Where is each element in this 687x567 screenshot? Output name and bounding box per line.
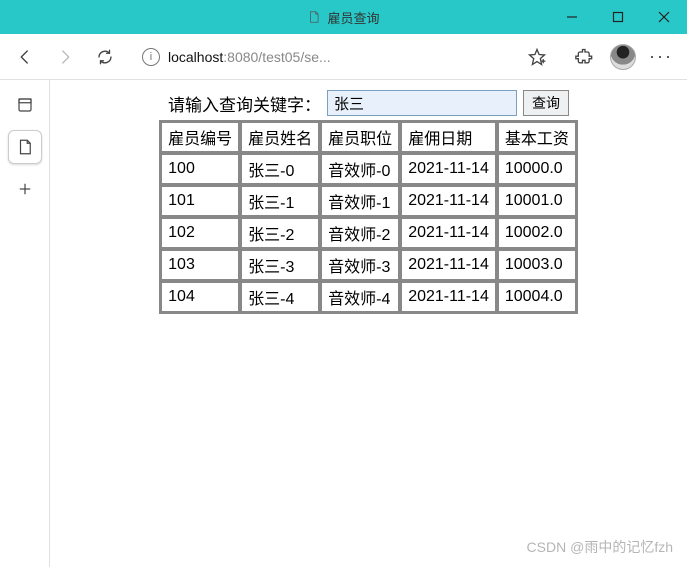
search-button[interactable]: 查询: [523, 90, 569, 116]
window-title: 雇员查询: [327, 8, 379, 27]
window-titlebar: 雇员查询: [0, 0, 687, 34]
table-cell: 张三-4: [241, 282, 319, 312]
page-content: 请输入查询关键字： 查询 雇员编号雇员姓名雇员职位雇佣日期基本工资 100张三-…: [50, 80, 687, 567]
browser-toolbar: i localhost:8080/test05/se... ···: [0, 34, 687, 80]
table-cell: 音效师-2: [321, 218, 399, 248]
table-cell: 音效师-0: [321, 154, 399, 184]
table-row: 102张三-2音效师-22021-11-1410002.0: [161, 218, 576, 248]
favorite-button[interactable]: [519, 39, 555, 75]
window-minimize-button[interactable]: [549, 0, 595, 34]
table-cell: 2021-11-14: [401, 218, 496, 248]
col-header: 雇员编号: [161, 122, 239, 152]
table-cell: 音效师-1: [321, 186, 399, 216]
table-cell: 102: [161, 218, 239, 248]
col-header: 雇员职位: [321, 122, 399, 152]
col-header: 基本工资: [498, 122, 576, 152]
table-cell: 10000.0: [498, 154, 576, 184]
more-button[interactable]: ···: [643, 46, 679, 67]
sidebar-add-button[interactable]: [8, 172, 42, 206]
forward-button[interactable]: [46, 39, 84, 75]
table-cell: 10004.0: [498, 282, 576, 312]
table-cell: 张三-1: [241, 186, 319, 216]
col-header: 雇佣日期: [401, 122, 496, 152]
table-cell: 100: [161, 154, 239, 184]
table-row: 104张三-4音效师-42021-11-1410004.0: [161, 282, 576, 312]
col-header: 雇员姓名: [241, 122, 319, 152]
table-cell: 2021-11-14: [401, 250, 496, 280]
table-cell: 音效师-4: [321, 282, 399, 312]
table-cell: 2021-11-14: [401, 154, 496, 184]
browser-sidebar: [0, 80, 50, 567]
table-cell: 2021-11-14: [401, 282, 496, 312]
search-label: 请输入查询关键字：: [168, 91, 321, 116]
window-close-button[interactable]: [641, 0, 687, 34]
results-table: 雇员编号雇员姓名雇员职位雇佣日期基本工资 100张三-0音效师-02021-11…: [159, 120, 578, 314]
table-cell: 101: [161, 186, 239, 216]
table-cell: 10003.0: [498, 250, 576, 280]
table-cell: 10002.0: [498, 218, 576, 248]
extensions-button[interactable]: [567, 39, 603, 75]
table-cell: 张三-0: [241, 154, 319, 184]
table-cell: 2021-11-14: [401, 186, 496, 216]
keyword-input[interactable]: [327, 90, 517, 116]
table-cell: 音效师-3: [321, 250, 399, 280]
profile-avatar[interactable]: [605, 39, 641, 75]
table-row: 103张三-3音效师-32021-11-1410003.0: [161, 250, 576, 280]
refresh-button[interactable]: [86, 39, 124, 75]
table-cell: 104: [161, 282, 239, 312]
table-cell: 张三-3: [241, 250, 319, 280]
table-cell: 10001.0: [498, 186, 576, 216]
sidebar-tabs-button[interactable]: [8, 88, 42, 122]
url-text: localhost:8080/test05/se...: [168, 49, 511, 65]
watermark-text: CSDN @雨中的记忆fzh: [527, 537, 673, 557]
table-row: 100张三-0音效师-02021-11-1410000.0: [161, 154, 576, 184]
window-maximize-button[interactable]: [595, 0, 641, 34]
table-row: 101张三-1音效师-12021-11-1410001.0: [161, 186, 576, 216]
site-info-icon[interactable]: i: [142, 48, 160, 66]
sidebar-page-button[interactable]: [8, 130, 42, 164]
back-button[interactable]: [6, 39, 44, 75]
table-cell: 103: [161, 250, 239, 280]
page-icon: [307, 10, 321, 24]
table-cell: 张三-2: [241, 218, 319, 248]
address-bar[interactable]: i localhost:8080/test05/se...: [132, 41, 565, 73]
